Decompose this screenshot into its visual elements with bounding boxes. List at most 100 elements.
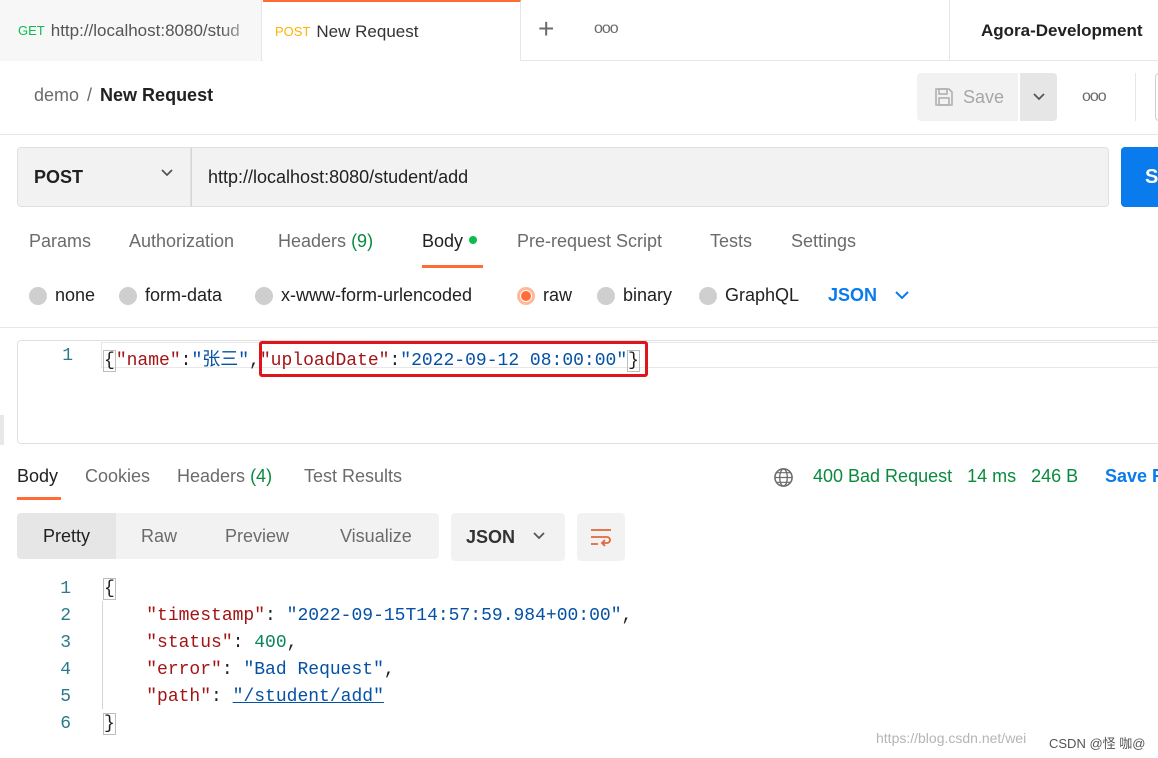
save-label: Save: [963, 86, 1005, 107]
view-pretty-button[interactable]: Pretty: [17, 513, 116, 559]
response-status: 400 Bad Request 14 ms 246 B: [813, 466, 1093, 487]
tab-body[interactable]: Body: [422, 231, 478, 252]
method-value: POST: [34, 166, 84, 187]
divider: [0, 134, 1158, 135]
close-brace: }: [103, 713, 116, 735]
save-response-button[interactable]: Save R: [1105, 466, 1158, 487]
breadcrumb-separator: /: [87, 85, 93, 105]
panel-edge: [0, 415, 4, 445]
tab-method-post: POST: [275, 24, 311, 39]
toolbar-divider: [1135, 73, 1136, 121]
chevron-down-icon[interactable]: [893, 286, 911, 304]
status-code[interactable]: 400 Bad Request: [813, 466, 952, 486]
response-line: "error": "Bad Request",: [146, 660, 395, 680]
tab-title: New Request: [316, 21, 419, 41]
json-key: "status": [146, 633, 233, 653]
radio-label: form-data: [145, 285, 223, 305]
watermark-url: https://blog.csdn.net/wei: [876, 730, 1027, 746]
json-link[interactable]: "/student/add": [233, 687, 384, 707]
tab-prerequest-script[interactable]: Pre-request Script: [517, 231, 662, 252]
globe-icon[interactable]: [773, 467, 794, 488]
tab-title: http://localhost:8080/stud: [50, 20, 240, 40]
line-number: 2: [60, 606, 71, 626]
tab-more-button[interactable]: ooo: [594, 20, 619, 38]
tab-settings[interactable]: Settings: [791, 231, 856, 252]
save-button[interactable]: Save: [917, 73, 1018, 121]
line-number: 6: [60, 714, 71, 734]
headers-count: (9): [351, 231, 374, 251]
view-preview-button[interactable]: Preview: [225, 513, 289, 559]
wrap-lines-icon: [591, 529, 611, 547]
response-format-select[interactable]: JSON: [451, 513, 565, 561]
view-raw-button[interactable]: Raw: [141, 513, 177, 559]
response-format-value: JSON: [466, 526, 516, 547]
radio-dot: [699, 286, 717, 305]
json-number: 400: [254, 633, 287, 653]
json-key: "timestamp": [146, 606, 266, 626]
line-number: 3: [60, 633, 71, 653]
new-tab-button[interactable]: +: [538, 14, 554, 44]
tab-fade: [221, 0, 261, 61]
json-key: "name": [115, 351, 181, 371]
active-tab-underline: [17, 497, 61, 500]
radio-dot: [597, 286, 615, 305]
response-tab-cookies[interactable]: Cookies: [85, 466, 150, 487]
page-title[interactable]: New Request: [100, 85, 213, 105]
save-icon: [935, 88, 953, 106]
json-key: "path": [146, 687, 212, 707]
wrap-lines-button[interactable]: [577, 513, 625, 561]
radio-binary[interactable]: binary: [597, 285, 672, 306]
save-options-button[interactable]: [1020, 73, 1057, 121]
open-brace: {: [103, 350, 116, 372]
response-line: {: [103, 578, 116, 600]
response-tab-body[interactable]: Body: [17, 466, 58, 487]
radio-dot: [29, 286, 47, 305]
radio-raw[interactable]: raw: [517, 285, 572, 306]
tab-new-request[interactable]: POST New Request: [263, 0, 521, 61]
chevron-down-icon: [1032, 93, 1045, 101]
body-format-select[interactable]: JSON: [828, 285, 877, 306]
line-number: 5: [60, 687, 71, 707]
radio-graphql[interactable]: GraphQL: [699, 285, 799, 306]
response-line: "status": 400,: [146, 633, 298, 653]
breadcrumb: demo / New Request: [34, 85, 213, 106]
breadcrumb-collection[interactable]: demo: [34, 85, 79, 105]
json-string: "Bad Request": [243, 660, 384, 680]
active-tab-underline: [422, 265, 483, 268]
radio-form-data[interactable]: form-data: [119, 285, 222, 306]
radio-dot: [255, 286, 273, 305]
line-number: 1: [60, 579, 71, 599]
line-number: 1: [62, 346, 73, 366]
send-button[interactable]: S: [1121, 147, 1158, 207]
tab-headers-label: Headers: [278, 231, 347, 251]
json-string: "2022-09-15T14:57:59.984+00:00": [286, 606, 622, 626]
view-visualize-button[interactable]: Visualize: [340, 513, 412, 559]
tab-tests[interactable]: Tests: [710, 231, 752, 252]
response-line: }: [103, 713, 116, 735]
url-input[interactable]: http://localhost:8080/student/add: [191, 147, 1109, 207]
tab-authorization[interactable]: Authorization: [129, 231, 234, 252]
tab-params[interactable]: Params: [29, 231, 91, 252]
open-brace: {: [103, 578, 116, 600]
line-number: 4: [60, 660, 71, 680]
response-time[interactable]: 14 ms: [967, 466, 1016, 486]
watermark-author: CSDN @怪 咖@: [1049, 736, 1146, 751]
response-tab-headers[interactable]: Headers (4): [177, 466, 272, 487]
environment-selector[interactable]: Agora-Development: [949, 0, 1158, 61]
radio-label: raw: [543, 285, 573, 305]
radio-none[interactable]: none: [29, 285, 95, 306]
response-tab-test-results[interactable]: Test Results: [304, 466, 402, 487]
radio-label: x-www-form-urlencoded: [281, 285, 473, 305]
radio-urlencoded[interactable]: x-www-form-urlencoded: [255, 285, 472, 306]
response-size[interactable]: 246 B: [1031, 466, 1078, 486]
divider: [0, 327, 1158, 328]
radio-dot-selected: [517, 286, 535, 305]
radio-label: binary: [623, 285, 673, 305]
tab-headers[interactable]: Headers (9): [278, 231, 373, 252]
method-select[interactable]: POST: [17, 147, 191, 207]
json-colon: :: [180, 351, 192, 371]
tab-get-student[interactable]: GET http://localhost:8080/stud: [0, 0, 262, 61]
radio-label: none: [55, 285, 96, 305]
json-string: "张三": [191, 351, 250, 371]
request-more-button[interactable]: ooo: [1082, 88, 1107, 106]
